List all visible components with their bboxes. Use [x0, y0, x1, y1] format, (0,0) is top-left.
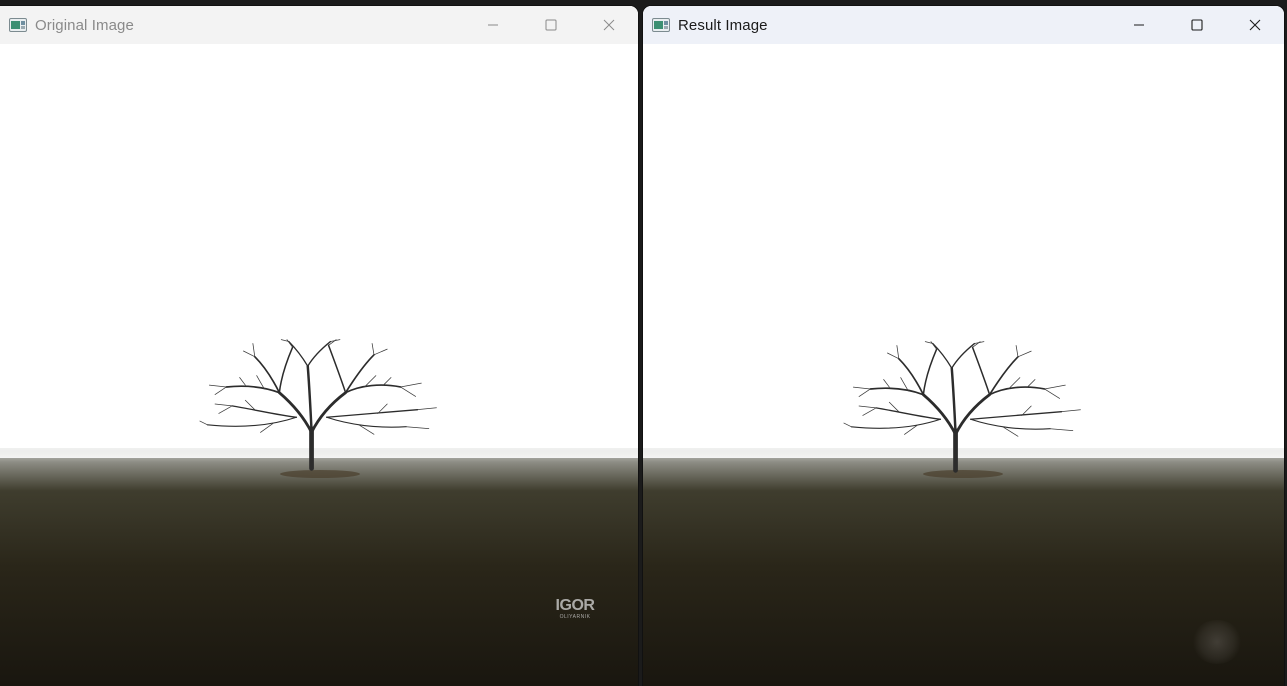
maximize-icon: [545, 19, 557, 31]
maximize-icon: [1191, 19, 1203, 31]
minimize-button[interactable]: [1110, 6, 1168, 44]
close-button[interactable]: [1226, 6, 1284, 44]
minimize-button[interactable]: [464, 6, 522, 44]
minimize-icon: [1134, 24, 1144, 26]
app-window-icon: [9, 18, 27, 32]
close-icon: [1249, 19, 1261, 31]
result-image-window[interactable]: Result Image: [643, 6, 1284, 686]
window-title: Original Image: [35, 16, 134, 34]
landscape-photo: [643, 44, 1284, 686]
app-window-icon: [652, 18, 670, 32]
titlebar[interactable]: Result Image: [643, 6, 1284, 44]
window-title: Result Image: [678, 16, 768, 34]
watermark-main: IGOR: [555, 597, 595, 614]
watermark: IGOR OLIYARNIK: [553, 598, 597, 620]
image-display: [0, 44, 638, 686]
maximize-button[interactable]: [522, 6, 580, 44]
removed-watermark-area: [1192, 620, 1242, 664]
titlebar[interactable]: Original Image: [0, 6, 638, 44]
image-display: [643, 44, 1284, 686]
watermark-sub: OLIYARNIK: [559, 614, 591, 620]
close-button[interactable]: [580, 6, 638, 44]
minimize-icon: [488, 24, 498, 26]
original-image-window[interactable]: Original Image IGOR OLIYARNIK: [0, 6, 638, 686]
maximize-button[interactable]: [1168, 6, 1226, 44]
close-icon: [603, 19, 615, 31]
landscape-photo: [0, 44, 638, 686]
